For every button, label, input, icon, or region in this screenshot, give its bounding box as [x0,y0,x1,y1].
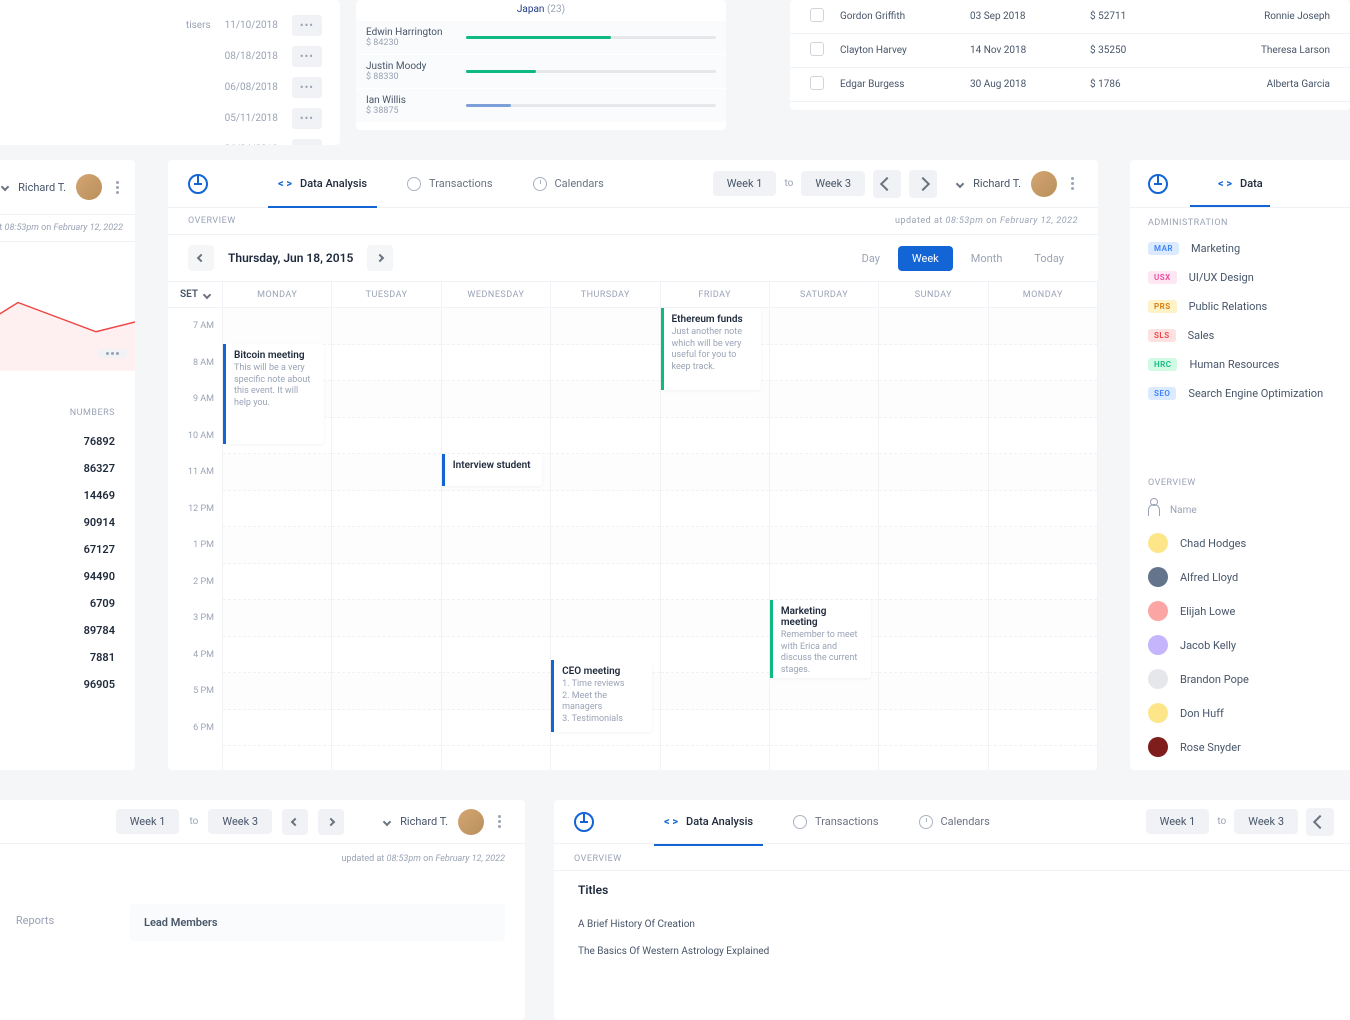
view-month[interactable]: Month [957,246,1017,271]
number-cell: 67127 [0,536,135,563]
day-column: SATURDAY [770,282,879,770]
person-icon [1148,504,1160,516]
day-column: TUESDAY [332,282,441,770]
number-cell: 96905 [0,671,135,698]
day-column: SUNDAY [879,282,988,770]
left-panel: Richard T. updated at 08:53pm on Februar… [0,160,135,770]
progress-row[interactable]: Justin Moody$ 88330 [356,55,726,88]
label: tisers [186,20,211,31]
day-column: MONDAY [989,282,1098,770]
top-right-panel: Gordon Griffith03 Sep 2018$ 52711Ronnie … [790,0,1350,110]
number-cell: 14469 [0,482,135,509]
logo-icon[interactable] [574,812,594,832]
set-dropdown[interactable]: SET [168,282,222,308]
chevron-down-icon[interactable] [1,183,9,191]
top-mid-panel: Japan (23) Edwin Harrington$ 84230Justin… [356,0,726,130]
number-cell: 6709 [0,590,135,617]
logo-icon[interactable] [1148,174,1168,194]
event-bitcoin[interactable]: Bitcoin meetingThis will be a very speci… [223,344,324,444]
view-today[interactable]: Today [1020,246,1078,271]
prev-button[interactable] [873,170,901,198]
next-button[interactable] [909,170,937,198]
category-item[interactable]: PRSPublic Relations [1130,292,1350,321]
number-cell: 90914 [0,509,135,536]
bottom-left-panel: Week 1 to Week 3 Richard T. updated at 0… [0,800,525,1020]
day-column: WEDNESDAY [442,282,551,770]
person-row[interactable]: Jacob Kelly [1130,628,1350,662]
refresh-icon [407,177,421,191]
more-button[interactable]: ••• [292,15,322,36]
event-ceo[interactable]: CEO meeting1. Time reviews 2. Meet the m… [551,660,652,732]
top-left-panel: tisers11/10/2018••• 08/18/2018••• 06/08/… [0,0,340,145]
person-row[interactable]: Fula Osborne [1130,764,1350,770]
person-row[interactable]: Brandon Pope [1130,662,1350,696]
tab-calendars[interactable]: Calendars [513,160,624,208]
number-cell: 76892 [0,428,135,455]
logo-icon[interactable] [188,174,208,194]
next-day-button[interactable] [367,245,393,271]
number-cell: 89784 [0,617,135,644]
clock-icon [533,177,547,191]
category-item[interactable]: SEOSearch Engine Optimization [1130,379,1350,408]
avatar[interactable] [1031,171,1057,197]
category-item[interactable]: HRCHuman Resources [1130,350,1350,379]
tab-transactions[interactable]: Transactions [387,160,512,208]
main-calendar-panel: < >Data Analysis Transactions Calendars … [168,160,1098,770]
checkbox[interactable] [810,42,824,56]
checkbox[interactable] [810,76,824,90]
person-row[interactable]: Chad Hodges [1130,526,1350,560]
progress-row[interactable]: Edwin Harrington$ 84230 [356,21,726,54]
table-row[interactable]: Gordon Griffith03 Sep 2018$ 52711Ronnie … [790,0,1350,34]
event-marketing[interactable]: Marketing meetingRemember to meet with E… [770,600,871,678]
event-interview[interactable]: Interview student [442,454,543,486]
bottom-right-panel: < >Data Analysis Transactions Calendars … [554,800,1350,1020]
event-ethereum[interactable]: Ethereum fundsJust another note which wi… [661,308,762,390]
week-pill-1[interactable]: Week 1 [713,171,777,196]
tab-data[interactable]: < >Data [1218,177,1263,190]
person-row[interactable]: Alfred Lloyd [1130,560,1350,594]
view-day[interactable]: Day [848,246,894,271]
category-item[interactable]: SLSSales [1130,321,1350,350]
tab-data-analysis[interactable]: < >Data Analysis [258,160,387,208]
title-item[interactable]: A Brief History Of Creation [578,911,1330,938]
person-row[interactable]: Elijah Lowe [1130,594,1350,628]
title-item[interactable]: The Basics Of Western Astrology Explaine… [578,938,1330,965]
progress-row[interactable]: Ian Willis$ 38875 [356,89,726,122]
week-pill-3[interactable]: Week 3 [801,171,865,196]
right-panel: < >Data ADMINISTRATION MARMarketingUSXUI… [1130,160,1350,770]
avatar[interactable] [76,174,102,200]
lead-members-card: Lead Members [130,904,505,941]
number-cell: 94490 [0,563,135,590]
number-cell: 7881 [0,644,135,671]
reports-tab[interactable]: Reports [0,904,110,941]
more-button[interactable] [98,349,127,358]
category-item[interactable]: MARMarketing [1130,234,1350,263]
more-icon[interactable] [1067,173,1078,194]
table-row[interactable]: Clayton Harvey14 Nov 2018$ 35250Theresa … [790,34,1350,68]
checkbox[interactable] [810,8,824,22]
prev-day-button[interactable] [188,245,214,271]
number-cell: 86327 [0,455,135,482]
table-row[interactable]: Edgar Burgess30 Aug 2018$ 1786Alberta Ga… [790,68,1350,102]
category-item[interactable]: USXUI/UX Design [1130,263,1350,292]
person-row[interactable]: Don Huff [1130,696,1350,730]
person-row[interactable]: Rose Snyder [1130,730,1350,764]
chevron-down-icon[interactable] [956,179,964,187]
view-week[interactable]: Week [898,246,953,271]
more-icon[interactable] [112,177,123,198]
